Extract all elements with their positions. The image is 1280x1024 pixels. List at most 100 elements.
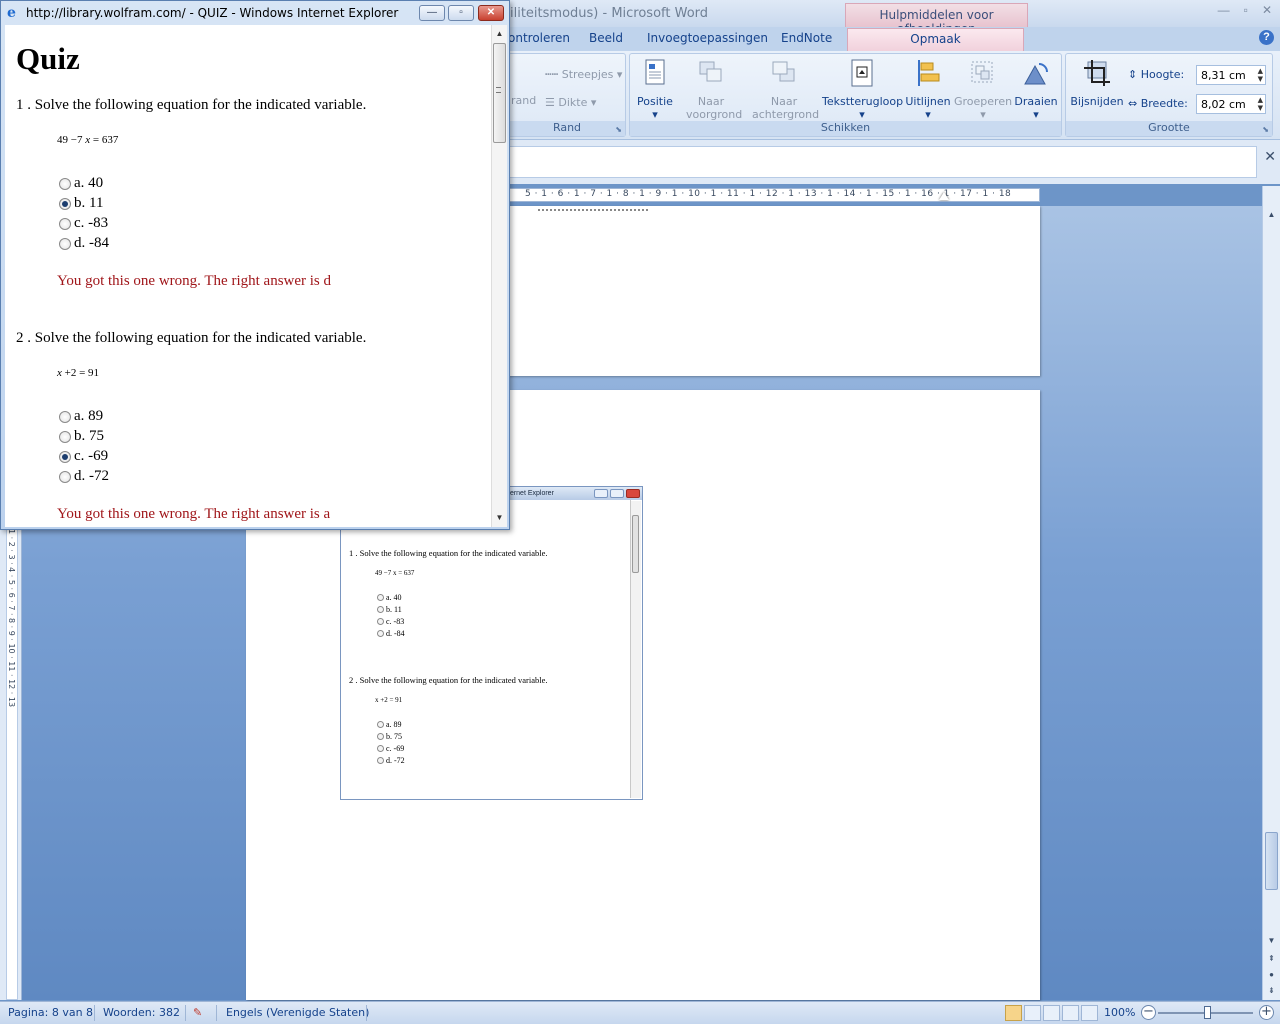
positie-button[interactable]: Positie ▾ xyxy=(634,58,676,121)
embedded-question-2: 2 . Solve the following equation for the… xyxy=(349,675,548,685)
dialog-launcher-icon[interactable]: ⬊ xyxy=(1262,125,1269,134)
scroll-up-icon[interactable]: ▲ xyxy=(1263,206,1280,223)
next-page-icon[interactable]: ⇟ xyxy=(1263,982,1280,999)
width-field[interactable]: 8,02 cm ▲ ▼ xyxy=(1196,94,1266,114)
option-1c[interactable]: c. -83 xyxy=(59,215,108,232)
dialog-launcher-icon[interactable]: ⬊ xyxy=(615,125,622,134)
option-1b[interactable]: b. 11 xyxy=(59,195,103,212)
tab-opmaak[interactable]: Opmaak xyxy=(847,28,1024,51)
width-icon: ⇔ xyxy=(1128,97,1141,110)
embedded-option: c. -83 xyxy=(377,617,404,626)
scrollbar-thumb[interactable] xyxy=(1265,832,1278,890)
document-scrollbar[interactable]: ▲ ▼ ⇞ ● ⇟ xyxy=(1262,186,1280,1000)
embedded-equation-1: 49 −7 x = 637 xyxy=(375,569,415,577)
embedded-option: b. 75 xyxy=(377,732,402,741)
draaien-button[interactable]: Draaien ▾ xyxy=(1012,58,1060,121)
question-2-equation: x +2 = 91 xyxy=(57,367,100,379)
ie-popup-window[interactable]: e http://library.wolfram.com/ - QUIZ - W… xyxy=(0,0,510,530)
ie-scrollbar[interactable]: ▲ ▼ xyxy=(491,25,507,527)
web-layout-icon[interactable] xyxy=(1043,1005,1060,1021)
embedded-option: a. 40 xyxy=(377,593,402,602)
streepjes-button[interactable]: ┅┅ Streepjes ▾ xyxy=(545,68,622,81)
tab-invoegtoepassingen[interactable]: Invoegtoepassingen xyxy=(647,31,768,45)
question-2-feedback: You got this one wrong. The right answer… xyxy=(57,506,331,522)
close-icon[interactable]: ✕ xyxy=(1262,3,1272,17)
embedded-screenshot-image[interactable]: ternet Explorer 1 . Solve the following … xyxy=(340,486,643,800)
bijsnijden-button[interactable]: Bijsnijden xyxy=(1070,58,1124,108)
uitlijnen-button[interactable]: Uitlijnen ▾ xyxy=(902,58,954,121)
question-2-text: 2 . Solve the following equation for the… xyxy=(16,330,367,346)
height-stepper[interactable]: ▲ ▼ xyxy=(1258,67,1263,83)
browse-object-icon[interactable]: ● xyxy=(1263,966,1280,983)
embedded-equation-2: x +2 = 91 xyxy=(375,696,403,704)
zoom-slider-thumb[interactable] xyxy=(1204,1006,1211,1019)
scroll-down-icon[interactable]: ▼ xyxy=(1263,932,1280,949)
radio-button[interactable] xyxy=(59,177,71,190)
line-weight-icon: ☰ xyxy=(545,96,559,109)
vertical-ruler-marks[interactable]: 1 · 2 · 3 · 4 · 5 · 6 · 7 · 8 · 9 · 10 ·… xyxy=(6,528,18,1000)
tab-endnote[interactable]: EndNote xyxy=(781,31,832,45)
width-stepper[interactable]: ▲ ▼ xyxy=(1258,96,1263,112)
minimize-icon[interactable]: — xyxy=(1218,3,1230,17)
outline-icon[interactable] xyxy=(1062,1005,1079,1021)
embedded-option: d. -84 xyxy=(377,629,405,638)
embedded-window-controls xyxy=(594,489,640,498)
close-icon[interactable]: ✕ xyxy=(1264,148,1276,165)
horizontal-ruler[interactable]: 5 · 1 · 6 · 1 · 7 · 1 · 8 · 1 · 9 · 1 · … xyxy=(508,188,1040,202)
zoom-out-icon[interactable]: − xyxy=(1141,1005,1156,1020)
indent-marker[interactable] xyxy=(939,192,949,200)
option-1d[interactable]: d. -84 xyxy=(59,235,109,252)
help-icon[interactable]: ? xyxy=(1259,30,1274,45)
position-icon xyxy=(645,59,665,85)
question-1-equation: 49 −7 x = 637 xyxy=(57,134,119,146)
word-count[interactable]: Woorden: 382 xyxy=(103,1006,180,1019)
embedded-option: a. 89 xyxy=(377,720,402,729)
dash-lines-icon: ┅┅ xyxy=(545,68,562,81)
groeperen-button[interactable]: Groeperen ▾ xyxy=(954,58,1012,121)
ie-title-bar[interactable]: e http://library.wolfram.com/ - QUIZ - W… xyxy=(1,1,509,25)
previous-page-icon[interactable]: ⇞ xyxy=(1263,950,1280,967)
tekstterugloop-button[interactable]: Tekstterugloop ▾ xyxy=(822,58,903,121)
radio-button[interactable] xyxy=(59,217,71,230)
dikte-button[interactable]: ☰ Dikte ▾ xyxy=(545,96,596,109)
radio-button[interactable] xyxy=(59,410,71,423)
zoom-in-icon[interactable]: + xyxy=(1259,1005,1274,1020)
option-2b[interactable]: b. 75 xyxy=(59,428,104,445)
group-label-schikken: Schikken xyxy=(630,121,1061,136)
maximize-icon[interactable]: ▫ xyxy=(448,5,474,21)
radio-button-selected[interactable] xyxy=(59,197,71,210)
zoom-level[interactable]: 100% xyxy=(1104,1006,1135,1019)
maximize-icon[interactable]: ▫ xyxy=(1244,3,1248,17)
radio-button[interactable] xyxy=(59,237,71,250)
scrollbar-thumb[interactable] xyxy=(493,43,506,143)
option-1a[interactable]: a. 40 xyxy=(59,175,103,192)
close-icon[interactable]: ✕ xyxy=(478,5,504,21)
option-2d[interactable]: d. -72 xyxy=(59,468,109,485)
tab-beeld[interactable]: Beeld xyxy=(589,31,623,45)
radio-button[interactable] xyxy=(59,470,71,483)
radio-button-selected[interactable] xyxy=(59,450,71,463)
option-2a[interactable]: a. 89 xyxy=(59,408,103,425)
minimize-icon[interactable]: — xyxy=(419,5,445,21)
height-icon: ⇕ xyxy=(1128,68,1141,81)
naar-achtergrond-button[interactable]: Naar achtergrond xyxy=(746,58,822,121)
scroll-down-icon[interactable]: ▼ xyxy=(492,510,507,525)
tab-controleren[interactable]: ontroleren xyxy=(508,31,570,45)
view-buttons xyxy=(1005,1005,1098,1021)
send-backward-icon xyxy=(772,61,795,82)
naar-voorgrond-button[interactable]: Naar voorgrond xyxy=(676,58,746,121)
draft-icon[interactable] xyxy=(1081,1005,1098,1021)
page-count[interactable]: Pagina: 8 van 8 xyxy=(8,1006,93,1019)
embedded-option: d. -72 xyxy=(377,756,405,765)
print-layout-icon[interactable] xyxy=(1005,1005,1022,1021)
text-wrap-icon xyxy=(851,59,873,87)
radio-button[interactable] xyxy=(59,430,71,443)
document-page[interactable] xyxy=(508,206,1040,376)
scroll-up-icon[interactable]: ▲ xyxy=(492,26,507,41)
rand-button-partial[interactable]: rand xyxy=(511,94,536,107)
proofing-icon[interactable]: ✎ xyxy=(193,1006,202,1019)
full-screen-reading-icon[interactable] xyxy=(1024,1005,1041,1021)
language-indicator[interactable]: Engels (Verenigde Staten) xyxy=(226,1006,369,1019)
height-field[interactable]: 8,31 cm ▲ ▼ xyxy=(1196,65,1266,85)
option-2c[interactable]: c. -69 xyxy=(59,448,108,465)
